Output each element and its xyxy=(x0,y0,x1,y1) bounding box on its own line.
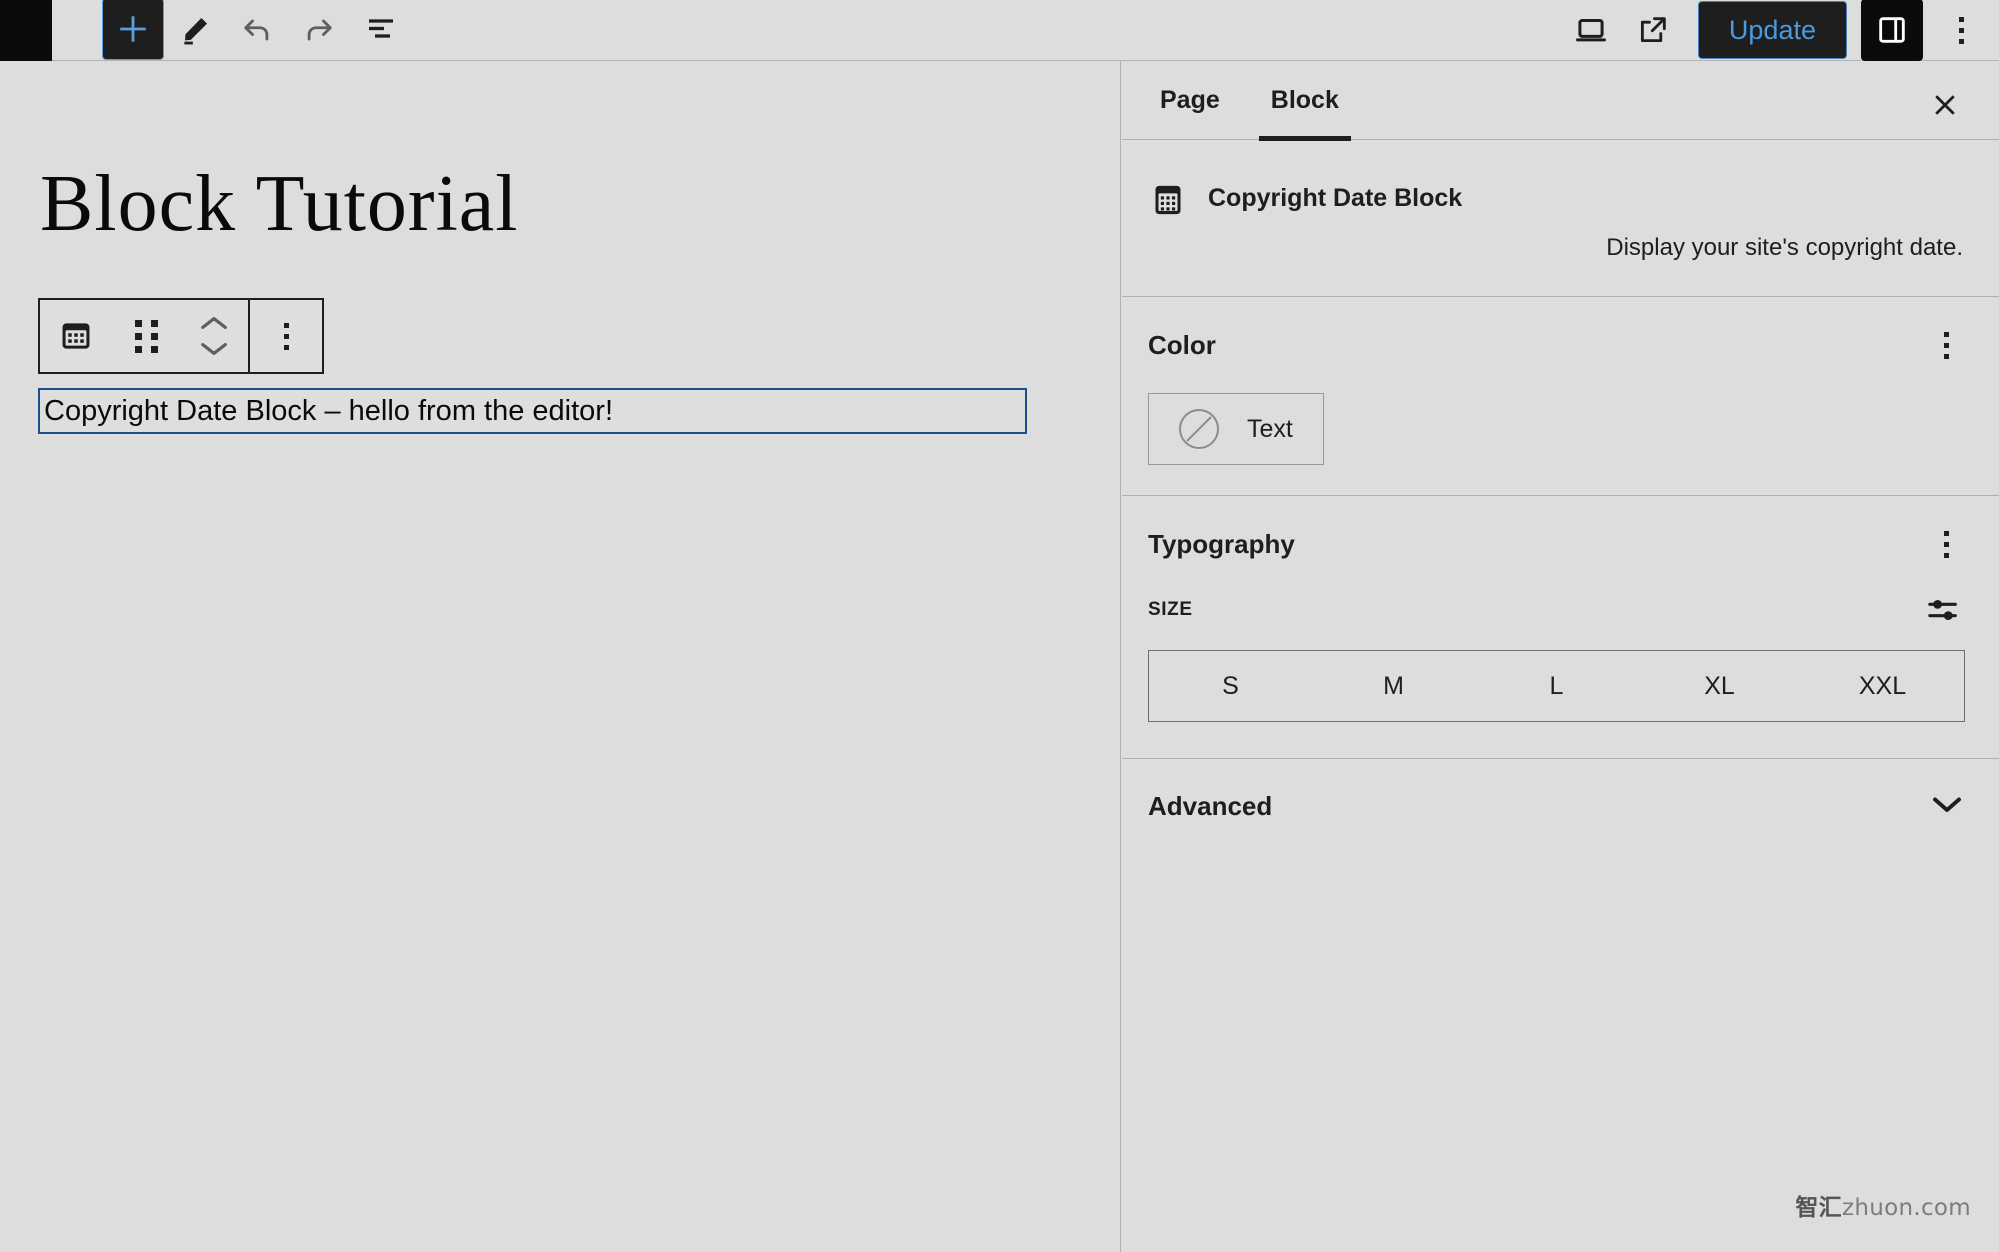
edit-tool-button[interactable] xyxy=(164,0,226,61)
block-info-section: Copyright Date Block Display your site's… xyxy=(1122,140,1999,297)
selected-block[interactable]: Copyright Date Block – hello from the ed… xyxy=(38,388,1027,434)
three-dots-vertical-icon xyxy=(1958,16,1964,44)
toolbar-left-group xyxy=(102,0,412,61)
font-size-option-s[interactable]: S xyxy=(1149,651,1312,721)
settings-sidebar-toggle-button[interactable] xyxy=(1861,0,1923,61)
pencil-icon xyxy=(184,17,208,45)
block-more-options-button[interactable] xyxy=(250,300,322,372)
editor-root: Update Block Tutorial Copyright Date Blo… xyxy=(0,0,1999,1252)
chevron-up-icon xyxy=(201,317,227,329)
three-dots-vertical-icon xyxy=(1943,530,1949,558)
settings-sidebar-icon xyxy=(1879,17,1905,43)
watermark: 智汇zhuon.com xyxy=(1795,1188,1971,1222)
editor-top-toolbar: Update xyxy=(0,0,1999,61)
block-info-description: Display your site's copyright date. xyxy=(1606,234,1963,261)
color-text-label: Text xyxy=(1247,414,1293,443)
typography-section: Typography SIZE S M L XL XXL xyxy=(1122,496,1999,759)
advanced-section-toggle[interactable]: Advanced xyxy=(1122,759,1999,854)
redo-button[interactable] xyxy=(288,0,350,61)
update-button[interactable]: Update xyxy=(1697,1,1847,59)
sliders-icon xyxy=(1928,599,1957,621)
advanced-section-title: Advanced xyxy=(1148,791,1273,821)
font-size-custom-button[interactable] xyxy=(1925,588,1963,632)
selected-block-text: Copyright Date Block – hello from the ed… xyxy=(44,394,613,427)
block-toolbar xyxy=(38,298,324,374)
block-toolbar-options-group xyxy=(250,300,322,372)
watermark-domain: zhuon.com xyxy=(1841,1195,1971,1221)
drag-handle-button[interactable] xyxy=(112,300,180,372)
list-view-icon xyxy=(369,19,393,38)
tab-block[interactable]: Block xyxy=(1258,61,1351,141)
font-size-option-m[interactable]: M xyxy=(1312,651,1475,721)
chevron-down-icon xyxy=(201,343,227,355)
calendar-icon xyxy=(62,323,90,349)
block-mover-button[interactable] xyxy=(180,300,248,372)
typography-section-more-button[interactable] xyxy=(1927,522,1965,566)
color-section-title: Color xyxy=(1148,329,1216,360)
tab-page[interactable]: Page xyxy=(1148,61,1232,140)
preview-device-button[interactable] xyxy=(1560,0,1622,61)
redo-arrow-icon xyxy=(307,19,332,41)
more-options-button[interactable] xyxy=(1933,0,1989,61)
font-size-toggle-group: S M L XL XXL xyxy=(1148,650,1965,722)
close-x-icon xyxy=(1935,95,1955,115)
sidebar-tabs: Page Block xyxy=(1122,61,1999,141)
block-info-title: Copyright Date Block xyxy=(1208,184,1463,212)
font-size-option-l[interactable]: L xyxy=(1475,651,1638,721)
close-sidebar-button[interactable] xyxy=(1923,83,1967,127)
three-dots-vertical-icon xyxy=(1943,331,1949,359)
plus-icon xyxy=(120,16,146,42)
block-info-card: Copyright Date Block xyxy=(1148,172,1965,220)
block-toolbar-main-group xyxy=(40,300,248,372)
toolbar-right-group: Update xyxy=(1560,0,1999,61)
font-size-option-xxl[interactable]: XXL xyxy=(1801,651,1964,721)
watermark-cn: 智汇 xyxy=(1795,1195,1842,1221)
font-size-label: SIZE xyxy=(1148,599,1193,620)
editor-canvas[interactable]: Block Tutorial Copyright Date Block – he… xyxy=(0,61,1121,1252)
page-title[interactable]: Block Tutorial xyxy=(40,164,519,244)
three-dots-vertical-icon xyxy=(283,322,289,350)
color-section: Color Text xyxy=(1122,297,1999,496)
no-color-circle-icon xyxy=(1179,409,1219,449)
font-size-option-xl[interactable]: XL xyxy=(1638,651,1801,721)
six-dots-drag-icon xyxy=(134,319,158,353)
color-section-more-button[interactable] xyxy=(1927,323,1965,367)
undo-button[interactable] xyxy=(226,0,288,61)
desktop-preview-icon xyxy=(1575,18,1606,42)
undo-arrow-icon xyxy=(244,19,269,41)
color-section-header: Color xyxy=(1148,323,1965,367)
external-link-icon xyxy=(1640,17,1666,43)
font-size-header: SIZE xyxy=(1148,588,1965,632)
typography-section-title: Typography xyxy=(1148,528,1295,559)
view-site-button[interactable] xyxy=(1622,0,1684,61)
block-type-button[interactable] xyxy=(40,300,112,372)
list-view-button[interactable] xyxy=(350,0,412,61)
typography-section-header: Typography xyxy=(1148,522,1965,566)
wordpress-logo-icon[interactable] xyxy=(0,0,52,61)
add-block-button[interactable] xyxy=(102,0,164,60)
settings-sidebar: Page Block Copyright Date Block Display … xyxy=(1122,61,1999,1252)
chevron-down-icon xyxy=(1929,793,1965,820)
color-text-row[interactable]: Text xyxy=(1148,393,1324,465)
calendar-icon xyxy=(1155,185,1181,215)
block-mover-icons xyxy=(199,315,229,357)
